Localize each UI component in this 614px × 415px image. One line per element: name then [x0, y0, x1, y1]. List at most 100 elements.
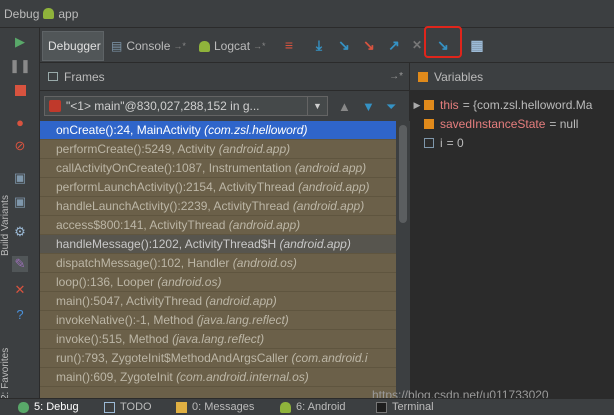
debug-side-toolbar: ▶ ❚❚ ● ⊘ ▣ ▣ ⚙ ✎ ✕ ? Build Variants 2: F…: [0, 28, 40, 400]
frame-row[interactable]: access$800:141, ActivityThread (android.…: [40, 216, 396, 235]
step-out-icon[interactable]: ↗: [385, 37, 403, 53]
tab-console-label: Console: [126, 39, 171, 53]
variable-row[interactable]: ▶ this = {com.zsl.helloword.Ma: [410, 95, 614, 115]
frame-row[interactable]: invokeNative():-1, Method (java.lang.ref…: [40, 311, 396, 330]
step-over-icon[interactable]: ⤓: [310, 37, 328, 53]
tab-messages[interactable]: 0: Messages: [176, 401, 254, 413]
run-to-cursor-icon[interactable]: ↘: [434, 37, 452, 53]
variable-value: = null: [549, 117, 579, 131]
arrow-down-icon[interactable]: ▼: [362, 99, 375, 114]
mute-breakpoints-icon[interactable]: ⊘: [12, 138, 28, 154]
pin-icon[interactable]: →*: [173, 41, 186, 51]
frame-package: (com.android.internal.os): [176, 370, 309, 384]
screenshot-icon[interactable]: ▣: [12, 194, 28, 210]
tab-todo[interactable]: TODO: [104, 401, 152, 413]
variable-name: this: [440, 98, 459, 112]
frame-row[interactable]: handleLaunchActivity():2239, ActivityThr…: [40, 197, 396, 216]
tab-debugger[interactable]: Debugger: [42, 31, 104, 61]
frame-row[interactable]: loop():136, Looper (android.os): [40, 273, 396, 292]
filter-icon[interactable]: ⏷: [386, 99, 396, 115]
frames-header: Frames: [40, 63, 409, 91]
close-icon[interactable]: ✕: [12, 282, 28, 298]
step-into-icon[interactable]: ↘: [335, 37, 353, 53]
frame-row[interactable]: handleMessage():1202, ActivityThread$H (…: [40, 235, 396, 254]
android-icon: [199, 40, 210, 52]
frame-row[interactable]: performLaunchActivity():2154, ActivityTh…: [40, 178, 396, 197]
frame-method: main():5047, ActivityThread: [56, 294, 203, 308]
android-icon: [43, 8, 55, 19]
frame-method: main():609, ZygoteInit: [56, 370, 173, 384]
frame-row[interactable]: main():609, ZygoteInit (com.android.inte…: [40, 368, 396, 387]
frame-package: (android.os): [232, 256, 297, 270]
frame-row[interactable]: callActivityOnCreate():1087, Instrumenta…: [40, 159, 396, 178]
tab-terminal[interactable]: Terminal: [376, 401, 434, 413]
frame-row[interactable]: main():5047, ActivityThread (android.app…: [40, 292, 396, 311]
field-icon: [424, 119, 434, 129]
force-step-into-icon[interactable]: ↘: [360, 37, 378, 53]
tab-messages-label: 0: Messages: [192, 401, 255, 413]
frame-package: (android.app): [279, 237, 351, 251]
frame-row[interactable]: onCreate():24, MainActivity (com.zsl.hel…: [40, 121, 396, 140]
tab-debugger-label: Debugger: [48, 39, 101, 53]
field-icon: [424, 100, 434, 110]
frames-icon: [48, 72, 58, 81]
frame-method: dispatchMessage():102, Handler: [56, 256, 230, 270]
frame-method: onCreate():24, MainActivity: [56, 123, 201, 137]
frame-method: performLaunchActivity():2154, ActivityTh…: [56, 180, 295, 194]
scrollbar-thumb[interactable]: [399, 125, 407, 223]
frame-package: (android.os): [157, 275, 222, 289]
tab-logcat-label: Logcat: [214, 39, 251, 53]
thread-row: "<1> main"@830,027,288,152 in g... ▼ ▲ ▼…: [40, 93, 410, 119]
todo-icon: [104, 401, 115, 413]
variable-name: savedInstanceState: [440, 117, 546, 131]
frames-title: Frames: [64, 69, 105, 84]
frames-list: onCreate():24, MainActivity (com.zsl.hel…: [40, 121, 396, 398]
primitive-icon: [424, 138, 434, 148]
pin-tab-icon[interactable]: ✎: [12, 256, 28, 272]
tab-android-label: 6: Android: [296, 401, 346, 413]
frame-package: (android.app): [292, 199, 365, 213]
variable-row[interactable]: i = 0: [410, 133, 614, 153]
frame-row[interactable]: invoke():515, Method (java.lang.reflect): [40, 330, 396, 349]
build-variants-tab[interactable]: Build Variants: [0, 186, 11, 256]
frame-package: (android.app): [218, 142, 291, 156]
frame-method: invokeNative():-1, Method: [56, 313, 194, 327]
resume-icon[interactable]: ▶: [12, 34, 28, 50]
stop-icon[interactable]: [12, 82, 28, 98]
frame-package: (android.app): [205, 294, 277, 308]
frames-scrollbar[interactable]: [396, 121, 410, 398]
frame-method: performCreate():5249, Activity: [56, 142, 216, 156]
get-thread-dump-icon[interactable]: ▣: [12, 170, 28, 186]
arrow-up-icon[interactable]: ▲: [338, 99, 351, 114]
evaluate-expression-icon[interactable]: ▦: [468, 37, 486, 53]
tab-logcat[interactable]: Logcat →*: [194, 31, 280, 61]
variable-row[interactable]: savedInstanceState = null: [410, 114, 614, 134]
variable-value: = {com.zsl.helloword.Ma: [462, 98, 593, 112]
frame-row[interactable]: run():793, ZygoteInit$MethodAndArgsCalle…: [40, 349, 396, 368]
frame-package: (com.android.i: [291, 351, 368, 365]
pin-icon[interactable]: →*: [389, 71, 403, 82]
favorites-tab[interactable]: 2: Favorites: [0, 328, 11, 400]
help-icon[interactable]: ?: [12, 306, 28, 322]
thread-select[interactable]: "<1> main"@830,027,288,152 in g... ▼: [44, 96, 328, 116]
frame-package: (java.lang.reflect): [196, 313, 289, 327]
pin-icon[interactable]: →*: [253, 41, 266, 51]
tab-android[interactable]: 6: Android: [280, 401, 346, 413]
tab-console[interactable]: ▤ Console →*: [106, 31, 192, 61]
expand-arrow-icon[interactable]: ▶: [410, 100, 424, 111]
android-icon: [280, 401, 291, 413]
frame-package: (java.lang.reflect): [172, 332, 265, 346]
debug-icon: [18, 401, 29, 413]
show-execution-point-icon[interactable]: ≡: [280, 37, 298, 53]
debugger-toolbar: Debugger ▤ Console →* Logcat →* ≡ ⤓ ↘ ↘ …: [40, 26, 614, 63]
view-breakpoints-icon[interactable]: ●: [12, 114, 28, 130]
frame-package: (android.app): [298, 180, 370, 194]
settings-icon[interactable]: ⚙: [12, 224, 28, 240]
tab-debug[interactable]: 5: Debug: [18, 401, 79, 413]
frame-row[interactable]: performCreate():5249, Activity (android.…: [40, 140, 396, 159]
frame-row[interactable]: dispatchMessage():102, Handler (android.…: [40, 254, 396, 273]
frame-method: loop():136, Looper: [56, 275, 155, 289]
messages-icon: [176, 401, 187, 413]
chevron-down-icon[interactable]: ▼: [307, 97, 327, 115]
pause-icon[interactable]: ❚❚: [9, 58, 31, 74]
